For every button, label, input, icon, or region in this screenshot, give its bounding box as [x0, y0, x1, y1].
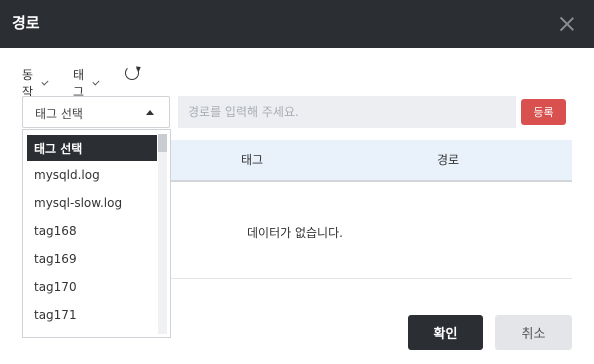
- action-menu[interactable]: 동작: [22, 66, 49, 100]
- tag-menu[interactable]: 태그: [73, 66, 100, 100]
- refresh-icon[interactable]: [125, 66, 139, 80]
- action-menu-label: 동작: [22, 68, 34, 99]
- table-header: 태그 경로: [170, 140, 572, 182]
- dropdown-option[interactable]: 태그 선택: [27, 135, 157, 161]
- tag-dropdown-list[interactable]: 태그 선택 mysqld.log mysql-slow.log tag168 t…: [22, 129, 171, 338]
- cancel-button[interactable]: 취소: [495, 315, 572, 350]
- dropdown-option[interactable]: tag171: [27, 303, 157, 329]
- scrollbar[interactable]: [158, 134, 167, 334]
- column-header-tag[interactable]: 태그: [241, 151, 263, 168]
- caret-up-icon: [146, 110, 154, 115]
- empty-message: 데이터가 없습니다.: [247, 226, 343, 240]
- dialog-header: 경로: [0, 0, 594, 48]
- scrollbar-thumb[interactable]: [158, 134, 167, 152]
- dialog-title: 경로: [12, 14, 40, 32]
- path-input[interactable]: [178, 96, 516, 128]
- confirm-button[interactable]: 확인: [408, 315, 483, 350]
- dropdown-option[interactable]: mysql-slow.log: [27, 191, 157, 217]
- column-header-path[interactable]: 경로: [437, 151, 459, 168]
- tag-menu-label: 태그: [73, 68, 85, 99]
- divider: [170, 278, 572, 279]
- tag-select[interactable]: 태그 선택: [22, 96, 170, 128]
- dropdown-option[interactable]: tag169: [27, 247, 157, 273]
- register-button[interactable]: 등록: [521, 99, 566, 125]
- close-icon[interactable]: [560, 17, 574, 31]
- chevron-down-icon: [41, 77, 49, 86]
- tag-select-value: 태그 선택: [35, 107, 83, 121]
- dropdown-option[interactable]: tag168: [27, 219, 157, 245]
- dropdown-option[interactable]: tag170: [27, 275, 157, 301]
- tag-path-table: 태그 경로 데이터가 없습니다.: [170, 140, 572, 280]
- chevron-down-icon: [92, 77, 100, 86]
- dropdown-option[interactable]: mysqld.log: [27, 163, 157, 189]
